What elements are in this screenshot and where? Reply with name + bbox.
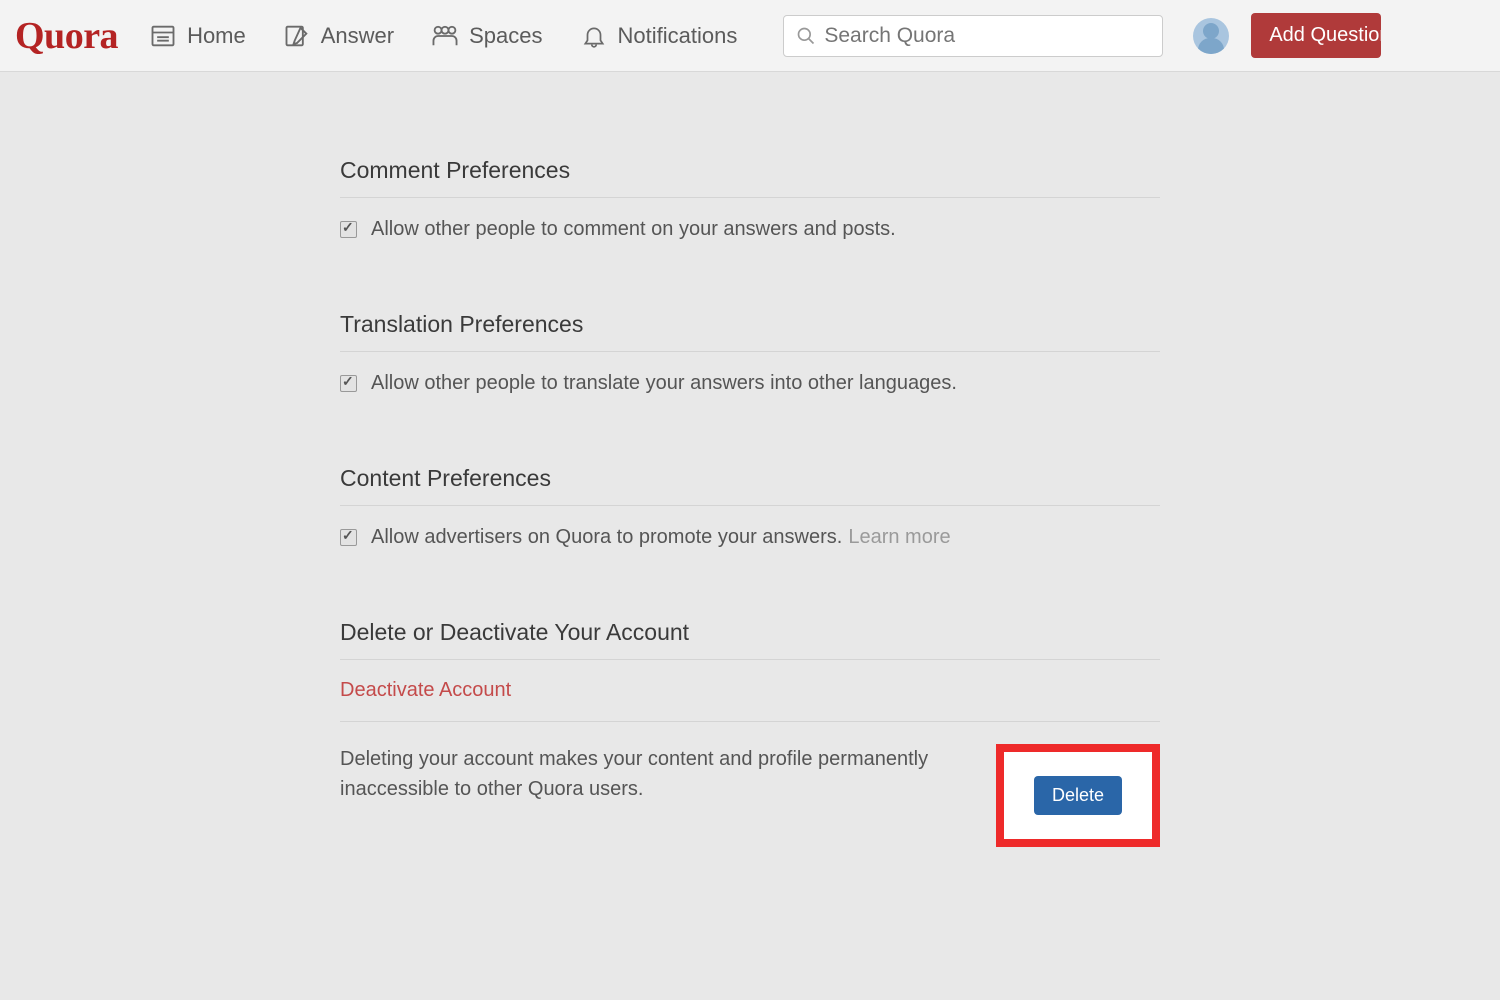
nav-spaces[interactable]: Spaces: [430, 21, 542, 51]
nav-answer[interactable]: Answer: [282, 21, 394, 51]
comment-preferences-title: Comment Preferences: [340, 157, 1160, 198]
nav-home-label: Home: [187, 23, 246, 49]
content-preferences-title: Content Preferences: [340, 465, 1160, 506]
nav-spaces-label: Spaces: [469, 23, 542, 49]
content-option-row: Allow advertisers on Quora to promote yo…: [340, 506, 1160, 549]
content-checkbox[interactable]: [340, 529, 357, 546]
home-icon: [148, 21, 178, 51]
comment-option-row: Allow other people to comment on your an…: [340, 198, 1160, 241]
spaces-icon: [430, 21, 460, 51]
nav-notifications-label: Notifications: [618, 23, 738, 49]
top-navigation-bar: Quora Home Answer: [0, 0, 1500, 72]
delete-deactivate-section: Delete or Deactivate Your Account Deacti…: [340, 619, 1160, 847]
add-question-button[interactable]: Add Question: [1251, 13, 1381, 58]
bell-icon: [579, 21, 609, 51]
delete-button[interactable]: Delete: [1034, 776, 1122, 815]
translation-checkbox[interactable]: [340, 375, 357, 392]
search-box[interactable]: [783, 15, 1163, 57]
translation-option-row: Allow other people to translate your ans…: [340, 352, 1160, 395]
delete-highlight-box: Delete: [996, 744, 1160, 847]
learn-more-link[interactable]: Learn more: [848, 526, 950, 549]
content-option-label: Allow advertisers on Quora to promote yo…: [371, 526, 842, 549]
settings-content: Comment Preferences Allow other people t…: [340, 72, 1160, 847]
comment-preferences-section: Comment Preferences Allow other people t…: [340, 157, 1160, 241]
answer-icon: [282, 21, 312, 51]
search-input[interactable]: [824, 24, 1150, 48]
comment-option-label: Allow other people to comment on your an…: [371, 218, 896, 241]
nav-home[interactable]: Home: [148, 21, 246, 51]
delete-deactivate-title: Delete or Deactivate Your Account: [340, 619, 1160, 660]
delete-description: Deleting your account makes your content…: [340, 744, 966, 804]
comment-checkbox[interactable]: [340, 221, 357, 238]
nav-notifications[interactable]: Notifications: [579, 21, 738, 51]
delete-row: Deleting your account makes your content…: [340, 722, 1160, 847]
quora-logo[interactable]: Quora: [15, 14, 118, 58]
nav-answer-label: Answer: [321, 23, 394, 49]
translation-preferences-section: Translation Preferences Allow other peop…: [340, 311, 1160, 395]
content-preferences-section: Content Preferences Allow advertisers on…: [340, 465, 1160, 549]
translation-option-label: Allow other people to translate your ans…: [371, 372, 957, 395]
search-container: [783, 15, 1163, 57]
deactivate-account-link[interactable]: Deactivate Account: [340, 660, 1160, 722]
translation-preferences-title: Translation Preferences: [340, 311, 1160, 352]
search-icon: [796, 26, 816, 46]
user-avatar[interactable]: [1193, 18, 1229, 54]
